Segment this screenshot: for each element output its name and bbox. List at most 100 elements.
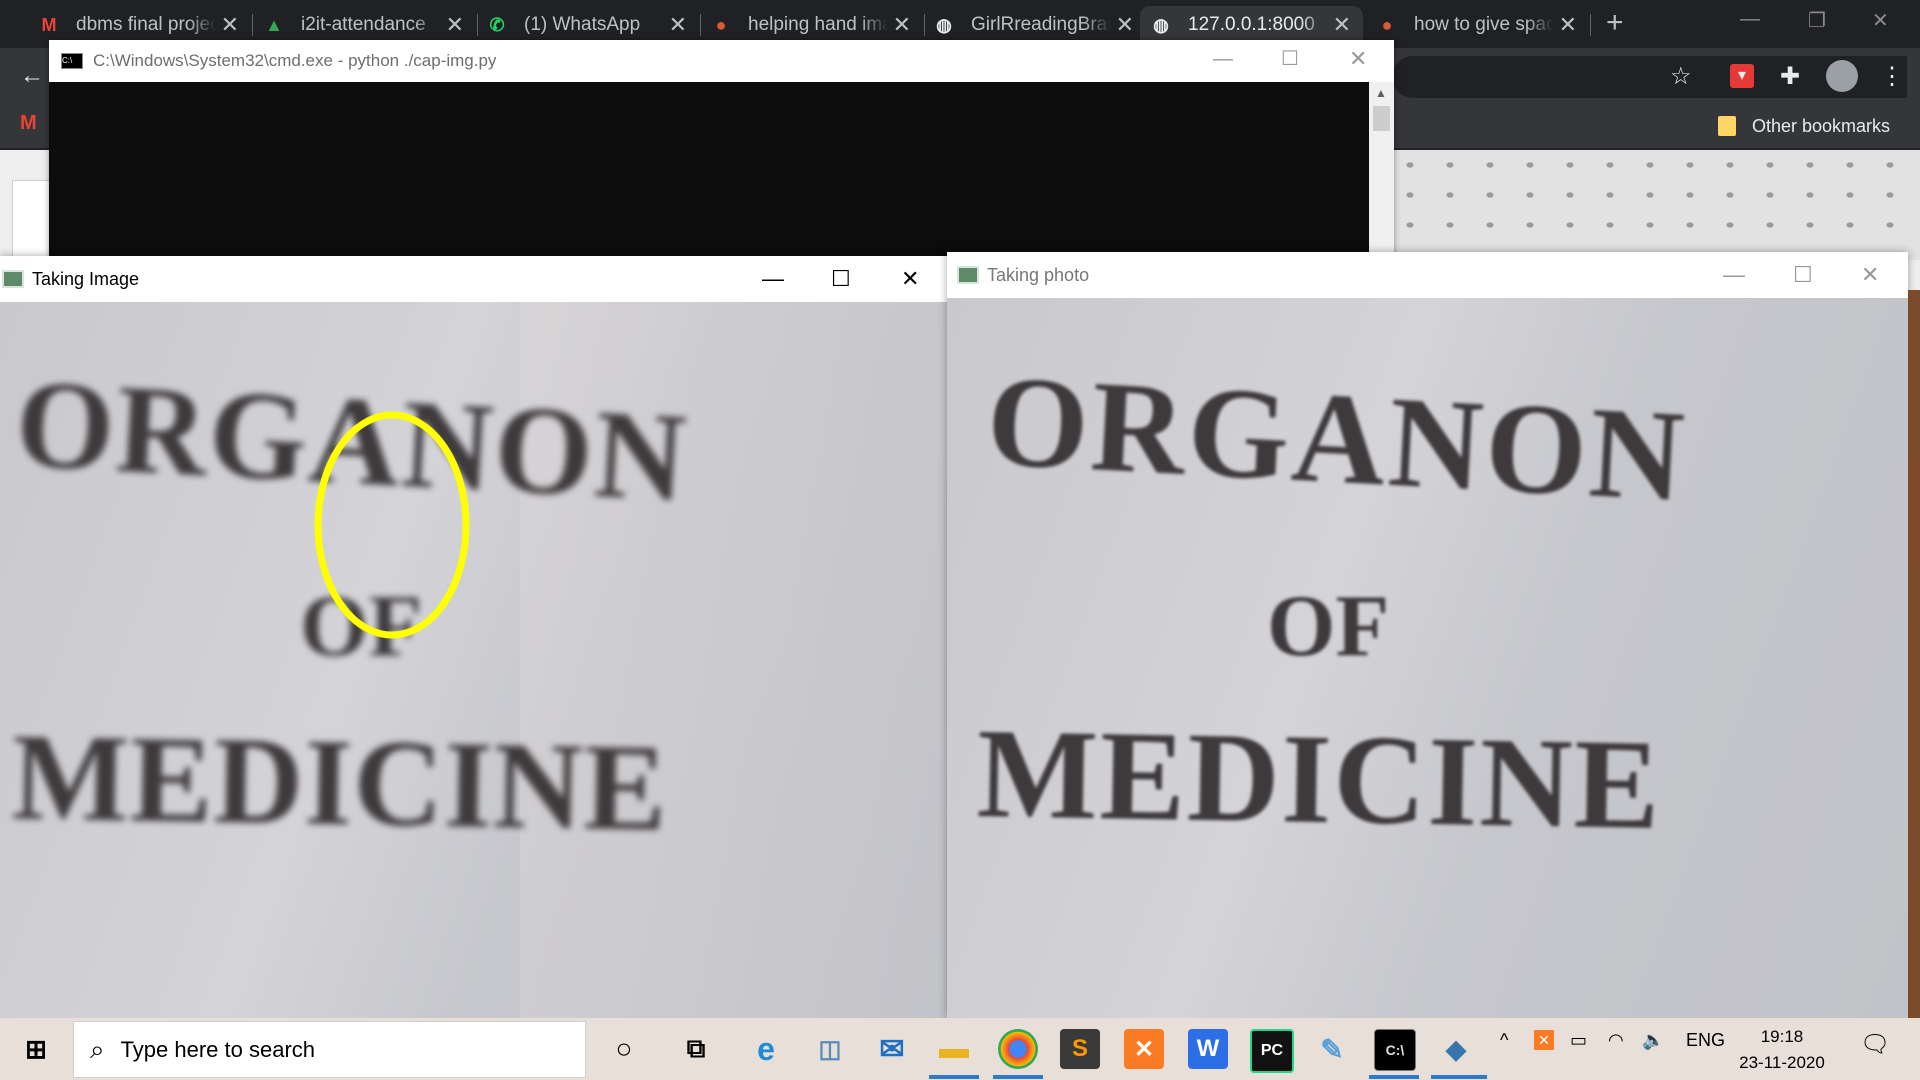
print-line-2: OF xyxy=(1267,578,1390,675)
close-button[interactable]: ✕ xyxy=(1861,262,1879,288)
browser-tab[interactable]: ✆ (1) WhatsApp ✕ xyxy=(476,6,701,44)
gmail-icon: M xyxy=(41,14,57,35)
profile-avatar[interactable] xyxy=(1826,60,1858,92)
paint-icon[interactable]: ✎ xyxy=(1312,1029,1352,1069)
folder-icon xyxy=(1718,116,1736,136)
menu-kebab-icon[interactable]: ⋮ xyxy=(1880,62,1904,91)
tab-close-icon[interactable]: ✕ xyxy=(1116,12,1134,38)
scroll-up-icon[interactable]: ▲ xyxy=(1375,86,1387,100)
tab-title: dbms final project xyxy=(76,14,216,35)
minimize-button[interactable]: — xyxy=(1723,262,1745,288)
volume-icon[interactable]: 🔈 xyxy=(1642,1030,1664,1051)
scroll-thumb[interactable] xyxy=(1373,106,1390,131)
back-arrow-icon[interactable]: ← xyxy=(20,62,44,90)
browser-tab[interactable]: Mdbms final project ✕ xyxy=(28,6,253,44)
language-indicator[interactable]: ENG xyxy=(1686,1030,1725,1051)
print-line-1: ORGANON xyxy=(983,348,1691,530)
tab-close-icon[interactable]: ✕ xyxy=(1559,12,1577,38)
file-explorer-icon[interactable]: ▬ xyxy=(934,1029,974,1069)
duckduckgo-icon: ● xyxy=(715,14,727,35)
taking-photo-window[interactable]: Taking photo — ☐ ✕ ORGANON OF MEDICINE xyxy=(947,252,1908,1018)
cmd-minimize-button[interactable]: — xyxy=(1213,48,1233,71)
running-indicator xyxy=(1431,1075,1487,1079)
wifi-icon[interactable]: ◠ xyxy=(1608,1030,1624,1051)
python-icon[interactable]: ◆ xyxy=(1436,1029,1476,1069)
captured-photo: ORGANON OF MEDICINE xyxy=(947,298,1908,1018)
gmail-bookmark-icon[interactable]: M xyxy=(20,112,37,135)
background-edge xyxy=(1908,290,1920,1018)
annotation-overlay xyxy=(314,411,470,639)
taking-image-title-bar[interactable]: Taking Image xyxy=(0,256,947,302)
pycharm-icon[interactable]: PC xyxy=(1250,1029,1294,1073)
tab-separator xyxy=(1590,14,1591,36)
browser-tab[interactable]: ● how to give space ✕ xyxy=(1366,6,1591,44)
browser-close-button[interactable]: ✕ xyxy=(1872,8,1889,33)
minimize-button[interactable]: — xyxy=(762,266,784,292)
close-button[interactable]: ✕ xyxy=(901,266,919,292)
sublime-text-icon[interactable]: S xyxy=(1060,1029,1100,1069)
taking-image-title: Taking Image xyxy=(32,268,140,289)
star-icon[interactable]: ☆ xyxy=(1670,62,1692,91)
browser-tab[interactable]: ◍ 127.0.0.1:8000 ✕ xyxy=(1140,6,1363,44)
running-indicator xyxy=(929,1075,979,1079)
whatsapp-icon: ✆ xyxy=(489,14,505,35)
mail-icon[interactable]: ✉ xyxy=(872,1029,912,1069)
cmd-console[interactable] xyxy=(49,82,1369,258)
tab-close-icon[interactable]: ✕ xyxy=(669,12,687,38)
extensions-puzzle-icon[interactable]: ✚ xyxy=(1780,62,1800,91)
tab-close-icon[interactable]: ✕ xyxy=(893,12,911,38)
window-app-icon xyxy=(957,266,979,284)
clock-date: 23-11-2020 xyxy=(1739,1053,1825,1072)
maximize-button[interactable]: ☐ xyxy=(831,266,851,292)
cortana-icon[interactable]: ○ xyxy=(604,1029,644,1069)
duckduckgo-icon: ● xyxy=(1381,14,1393,35)
other-bookmarks-button[interactable]: Other bookmarks xyxy=(1718,110,1890,142)
tab-close-icon[interactable]: ✕ xyxy=(221,12,239,38)
cmd-maximize-button[interactable]: ☐ xyxy=(1281,46,1299,71)
browser-minimize-button[interactable]: — xyxy=(1740,8,1760,31)
taskbar-search[interactable]: ⌕ Type here to search xyxy=(73,1021,586,1078)
cmd-window[interactable]: C:\ C:\Windows\System32\cmd.exe - python… xyxy=(49,40,1394,258)
pocket-extension-icon[interactable]: ▾ xyxy=(1730,64,1754,88)
drive-icon: ▲ xyxy=(265,14,283,35)
cmd-taskbar-icon[interactable]: C:\ xyxy=(1374,1029,1416,1071)
search-icon: ⌕ xyxy=(90,1033,105,1064)
browser-tab[interactable]: ▲ i2it-attendance ✕ xyxy=(253,6,478,44)
maximize-button[interactable]: ☐ xyxy=(1793,262,1813,288)
xampp-tray-icon[interactable]: ✕ xyxy=(1534,1030,1554,1050)
taking-image-window[interactable]: Taking Image — ☐ ✕ ORGANON OF MEDICINE xyxy=(0,256,947,1018)
running-indicator xyxy=(1369,1075,1419,1079)
search-placeholder: Type here to search xyxy=(120,1036,316,1062)
tab-title: GirlRreadingBrain xyxy=(971,14,1111,35)
tab-title: helping hand image xyxy=(748,14,888,35)
tab-close-icon[interactable]: ✕ xyxy=(446,12,464,38)
browser-restore-button[interactable]: ❐ xyxy=(1808,8,1826,33)
notifications-icon[interactable]: 🗨 xyxy=(1860,1030,1890,1059)
running-indicator xyxy=(993,1075,1043,1079)
browser-tab[interactable]: ● helping hand image✕ xyxy=(700,6,925,44)
cmd-app-icon: C:\ xyxy=(61,53,83,69)
cmd-scrollbar[interactable]: ▲ xyxy=(1369,82,1394,258)
wps-writer-icon[interactable]: W xyxy=(1188,1029,1228,1069)
other-bookmarks-label: Other bookmarks xyxy=(1752,115,1891,136)
cmd-close-button[interactable]: ✕ xyxy=(1349,46,1367,72)
camera-feed: ORGANON OF MEDICINE xyxy=(0,302,947,1018)
app-installer-icon[interactable]: ◫ xyxy=(810,1029,850,1069)
new-tab-button[interactable]: + xyxy=(1606,6,1624,40)
clock-time: 19:18 xyxy=(1760,1027,1804,1046)
clock[interactable]: 19:18 23-11-2020 xyxy=(1730,1024,1834,1076)
show-hidden-icons-chevron-icon[interactable]: ^ xyxy=(1500,1030,1508,1051)
tab-close-icon[interactable]: ✕ xyxy=(1333,12,1351,38)
taking-photo-title-bar[interactable]: Taking photo xyxy=(947,252,1908,298)
battery-icon[interactable]: ▭ xyxy=(1570,1030,1587,1051)
cmd-title-bar[interactable]: C:\ C:\Windows\System32\cmd.exe - python… xyxy=(49,40,1394,82)
edge-icon[interactable]: e xyxy=(746,1029,786,1069)
browser-tab[interactable]: ◍ GirlRreadingBrain ✕ xyxy=(923,6,1146,44)
chrome-icon[interactable] xyxy=(998,1029,1038,1069)
globe-icon: ◍ xyxy=(1153,14,1169,35)
windows-start-icon[interactable]: ⊞ xyxy=(16,1029,56,1069)
xampp-icon[interactable]: ✕ xyxy=(1124,1029,1164,1069)
page-partial-panel xyxy=(12,180,54,262)
task-view-icon[interactable]: ⧉ xyxy=(676,1029,716,1069)
tab-title: 127.0.0.1:8000 xyxy=(1188,14,1315,35)
